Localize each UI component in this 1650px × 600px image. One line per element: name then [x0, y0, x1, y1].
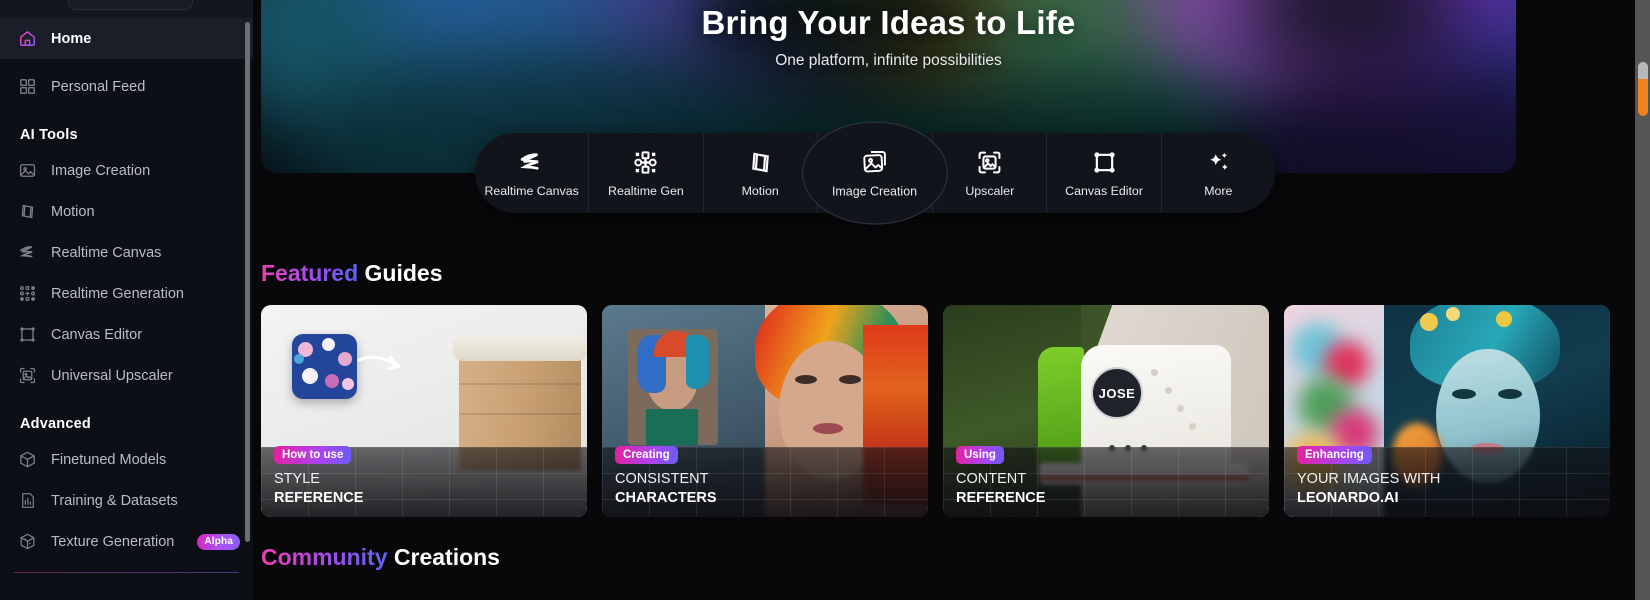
guide-card[interactable]: How to use STYLE REFERENCE [261, 305, 587, 517]
sidebar-item-label: Realtime Generation [51, 285, 184, 302]
card-tag: Enhancing [1297, 446, 1372, 464]
tool-quick-nav: Realtime Canvas Realtime Gen Motion Imag… [475, 122, 1275, 224]
sidebar-item-label: Personal Feed [51, 78, 146, 95]
tool-realtime-canvas[interactable]: Realtime Canvas [475, 133, 590, 213]
community-accent-word: Community [261, 544, 388, 570]
card-tag: Creating [615, 446, 678, 464]
sidebar-item-label: Image Creation [51, 162, 151, 179]
guide-card[interactable]: Enhancing YOUR IMAGES WITH LEONARDO.AI [1284, 305, 1610, 517]
guide-card[interactable]: JOSE Using CONTENT REFERENCE [943, 305, 1269, 517]
dots-plus-icon [632, 149, 659, 176]
tool-label: Realtime Gen [608, 183, 684, 198]
card-title-line1: CONSISTENT [615, 471, 709, 487]
tool-label: More [1204, 183, 1233, 198]
sidebar-item-image-creation[interactable]: Image Creation [0, 150, 253, 191]
style-reference-thumbnail [292, 334, 357, 399]
sidebar-item-label: Texture Generation [51, 533, 175, 550]
tool-label: Motion [741, 183, 779, 198]
sidebar-divider [14, 572, 239, 573]
tool-upscaler[interactable]: Upscaler [932, 133, 1048, 213]
tool-motion[interactable]: Motion [704, 133, 818, 213]
card-title-line2: REFERENCE [956, 490, 1046, 506]
frame-corners-icon [18, 325, 37, 344]
cube-icon [18, 450, 37, 469]
shoe-logo-badge: JOSE [1091, 367, 1143, 419]
browser-scrollbar[interactable] [1635, 0, 1650, 600]
status-badge-alpha: Alpha [197, 533, 241, 550]
sidebar-item-texture-generation[interactable]: Texture Generation Alpha [0, 521, 253, 562]
sidebar-item-training-datasets[interactable]: Training & Datasets [0, 480, 253, 521]
arrow-icon [357, 355, 402, 371]
film-strip-icon [747, 149, 774, 176]
image-stack-icon [860, 147, 888, 175]
card-title-line2: REFERENCE [274, 490, 364, 506]
sidebar-item-label: Realtime Canvas [51, 244, 162, 261]
main-content: Bring Your Ideas to Life One platform, i… [253, 0, 1629, 600]
card-tag: How to use [274, 446, 352, 464]
hero-subtitle: One platform, infinite possibilities [775, 52, 1002, 69]
tool-label: Realtime Canvas [484, 183, 579, 198]
film-strip-icon [18, 202, 37, 221]
sidebar-item-personal-feed[interactable]: Personal Feed [0, 66, 253, 107]
coffee-cup-lid [453, 335, 587, 361]
sidebar-item-label: Training & Datasets [51, 492, 178, 509]
app-root: Home Personal Feed AI Tools Image Creati… [0, 0, 1650, 600]
browser-scrollbar-thumb-cap[interactable] [1637, 62, 1648, 79]
dots-plus-icon [18, 284, 37, 303]
scribble-icon [18, 243, 37, 262]
frame-corners-icon [1091, 149, 1118, 176]
card-title-line1: YOUR IMAGES WITH [1297, 471, 1441, 487]
image-icon [18, 161, 37, 180]
card-title-line2: CHARACTERS [615, 490, 717, 506]
tool-image-creation[interactable]: Image Creation [802, 122, 947, 224]
sidebar-item-motion[interactable]: Motion [0, 191, 253, 232]
sidebar-item-canvas-editor[interactable]: Canvas Editor [0, 314, 253, 355]
featured-plain-word: Guides [358, 260, 443, 286]
card-title-line1: CONTENT [956, 471, 1027, 487]
page-title-community-creations: Community Creations [261, 544, 500, 571]
sidebar-item-realtime-canvas[interactable]: Realtime Canvas [0, 232, 253, 273]
home-icon [18, 29, 37, 48]
page-title-featured-guides: Featured Guides [261, 260, 443, 287]
card-title-line2: LEONARDO.AI [1297, 490, 1399, 506]
top-rounded-pill[interactable] [68, 0, 193, 10]
sidebar-item-label: Motion [51, 203, 95, 220]
community-plain-word: Creations [387, 544, 500, 570]
tool-label: Image Creation [831, 184, 917, 199]
tool-more[interactable]: More [1162, 133, 1275, 213]
image-scan-icon [18, 366, 37, 385]
texture-cube-icon [18, 532, 37, 551]
image-scan-icon [976, 149, 1003, 176]
sidebar-item-finetuned-models[interactable]: Finetuned Models [0, 439, 253, 480]
sidebar-item-home[interactable]: Home [0, 18, 253, 59]
featured-accent-word: Featured [261, 260, 359, 286]
sidebar-item-realtime-generation[interactable]: Realtime Generation [0, 273, 253, 314]
sidebar-item-label: Finetuned Models [51, 451, 167, 468]
sidebar-section-advanced: Advanced [20, 416, 91, 432]
tool-label: Upscaler [965, 183, 1015, 198]
sidebar-item-universal-upscaler[interactable]: Universal Upscaler [0, 355, 253, 396]
sparkles-icon [1205, 149, 1232, 176]
scribble-icon [518, 149, 545, 176]
hero-title: Bring Your Ideas to Life [701, 4, 1076, 41]
sidebar-scrollbar[interactable] [245, 22, 250, 542]
card-title-line1: STYLE [274, 471, 320, 487]
sidebar-item-label: Home [51, 30, 92, 47]
training-icon [18, 491, 37, 510]
card-tag: Using [956, 446, 1004, 464]
sidebar-item-label: Canvas Editor [51, 326, 143, 343]
sidebar: Home Personal Feed AI Tools Image Creati… [0, 0, 253, 600]
featured-guides-carousel: How to use STYLE REFERENCE Creating CONS… [261, 305, 1629, 517]
tool-canvas-editor[interactable]: Canvas Editor [1047, 133, 1162, 213]
tool-label: Canvas Editor [1065, 183, 1143, 198]
sidebar-item-label: Universal Upscaler [51, 367, 173, 384]
sidebar-section-ai-tools: AI Tools [20, 127, 78, 143]
sidebar-top-stub [0, 0, 253, 18]
tool-realtime-gen[interactable]: Realtime Gen [589, 133, 704, 213]
sidebar-scroll-area: Home Personal Feed AI Tools Image Creati… [0, 18, 253, 600]
guide-card[interactable]: Creating CONSISTENT CHARACTERS [602, 305, 928, 517]
grid-squares-icon [18, 77, 37, 96]
